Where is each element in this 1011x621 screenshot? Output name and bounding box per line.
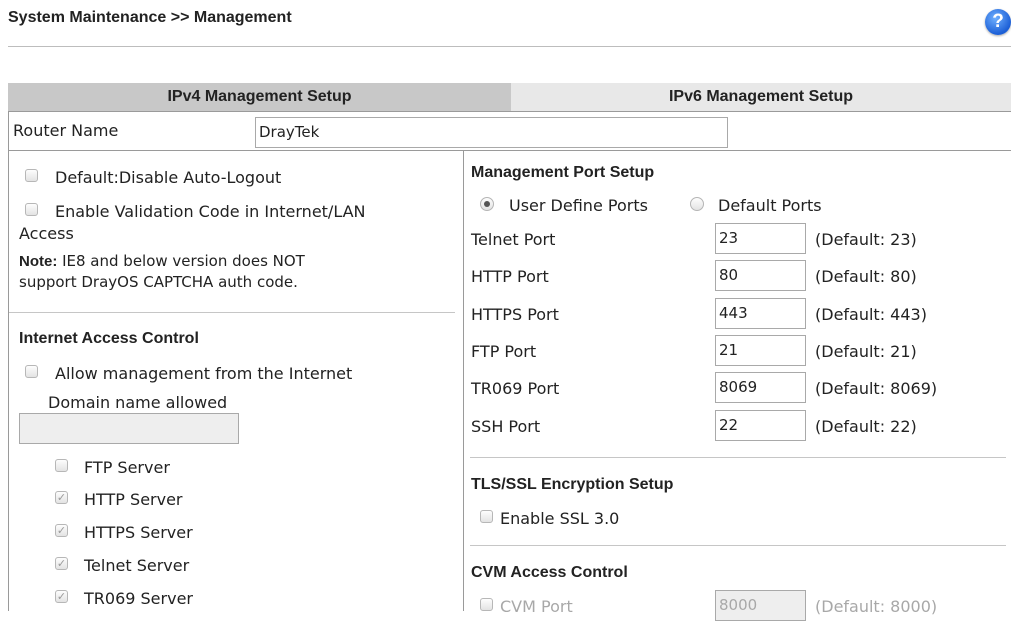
user-define-ports-label: User Define Ports — [509, 196, 648, 215]
management-port-setup-heading: Management Port Setup — [471, 164, 655, 181]
telnet-port-default: (Default: 23) — [815, 230, 917, 249]
https-port-input[interactable]: 443 — [715, 298, 806, 329]
title-divider — [8, 46, 1011, 47]
http-server-label: HTTP Server — [84, 490, 183, 509]
https-server-label: HTTPS Server — [84, 523, 193, 542]
divider — [463, 151, 464, 611]
tls-ssl-heading: TLS/SSL Encryption Setup — [471, 476, 674, 493]
cvm-port-checkbox[interactable] — [480, 598, 493, 611]
tab-ipv4-management[interactable]: IPv4 Management Setup — [8, 83, 511, 111]
ftp-port-default: (Default: 21) — [815, 342, 917, 361]
ssh-port-label: SSH Port — [471, 417, 541, 436]
ftp-port-label: FTP Port — [471, 342, 537, 361]
cvm-port-label: CVM Port — [500, 597, 573, 616]
validation-code-label: Enable Validation Code in Internet/LAN — [55, 202, 366, 221]
ssh-port-default: (Default: 22) — [815, 417, 917, 436]
internet-access-control-heading: Internet Access Control — [19, 330, 199, 347]
domain-name-label: Domain name allowed — [48, 393, 228, 412]
tr069-server-label: TR069 Server — [84, 589, 193, 608]
captcha-note-cont: support DrayOS CAPTCHA auth code. — [19, 273, 298, 291]
ftp-server-label: FTP Server — [84, 458, 170, 477]
cvm-port-default: (Default: 8000) — [815, 597, 938, 616]
default-ports-label: Default Ports — [718, 196, 822, 215]
default-ports-radio[interactable] — [690, 197, 704, 211]
http-port-default: (Default: 80) — [815, 267, 917, 286]
telnet-server-label: Telnet Server — [84, 556, 190, 575]
https-server-checkbox[interactable]: ✓ — [55, 524, 68, 537]
http-port-label: HTTP Port — [471, 267, 549, 286]
allow-management-checkbox[interactable] — [25, 365, 38, 378]
help-icon[interactable]: ? — [985, 9, 1011, 35]
https-port-label: HTTPS Port — [471, 305, 559, 324]
domain-name-input[interactable] — [19, 413, 239, 444]
ftp-port-input[interactable]: 21 — [715, 335, 806, 366]
tr069-port-default: (Default: 8069) — [815, 379, 938, 398]
http-port-input[interactable]: 80 — [715, 260, 806, 291]
disable-auto-logout-label: Default:Disable Auto-Logout — [55, 168, 282, 187]
section-divider — [9, 312, 455, 313]
https-port-default: (Default: 443) — [815, 305, 927, 324]
section-divider — [470, 545, 1006, 546]
http-server-checkbox[interactable]: ✓ — [55, 491, 68, 504]
tr069-port-input[interactable]: 8069 — [715, 372, 806, 403]
validation-code-label-cont: Access — [19, 224, 74, 243]
ftp-server-checkbox[interactable] — [55, 459, 68, 472]
telnet-port-label: Telnet Port — [471, 230, 556, 249]
ssh-port-input[interactable]: 22 — [715, 410, 806, 441]
cvm-port-input[interactable]: 8000 — [715, 590, 806, 621]
enable-ssl-label: Enable SSL 3.0 — [500, 509, 620, 528]
page-title: System Maintenance >> Management — [8, 9, 292, 26]
tr069-server-checkbox[interactable]: ✓ — [55, 590, 68, 603]
validation-code-checkbox[interactable] — [25, 203, 38, 216]
enable-ssl-checkbox[interactable] — [480, 510, 493, 523]
section-divider — [470, 457, 1006, 458]
user-define-ports-radio[interactable] — [480, 197, 494, 211]
router-name-input[interactable]: DrayTek — [255, 117, 728, 148]
captcha-note: Note: IE8 and below version does NOT — [19, 252, 305, 270]
allow-management-label: Allow management from the Internet — [55, 364, 353, 383]
cvm-access-control-heading: CVM Access Control — [471, 564, 628, 581]
telnet-server-checkbox[interactable]: ✓ — [55, 557, 68, 570]
telnet-port-input[interactable]: 23 — [715, 223, 806, 254]
tab-ipv6-management[interactable]: IPv6 Management Setup — [511, 83, 1011, 111]
disable-auto-logout-checkbox[interactable] — [25, 169, 38, 182]
router-name-label: Router Name — [13, 121, 119, 140]
divider — [8, 150, 1011, 151]
tr069-port-label: TR069 Port — [471, 379, 560, 398]
